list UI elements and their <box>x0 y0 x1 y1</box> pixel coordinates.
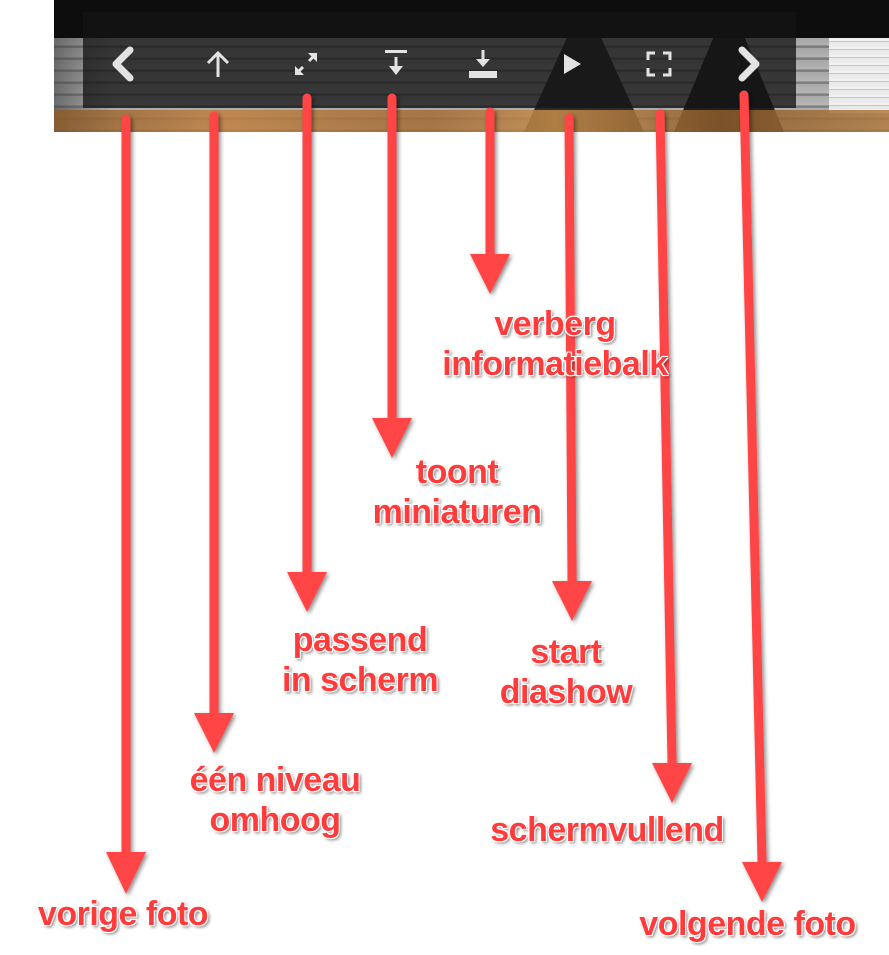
arrow-previous-photo <box>106 114 146 894</box>
label-fit-to-screen: passend in scherm <box>250 620 470 700</box>
next-photo-button[interactable] <box>731 46 767 82</box>
label-line: in scherm <box>281 661 439 699</box>
wood-trim-image <box>54 110 889 132</box>
label-line: omhoog <box>209 801 341 839</box>
label-line: vorige foto <box>37 895 209 933</box>
chevron-right-icon <box>738 46 760 82</box>
label-show-thumbnails: toont miniaturen <box>342 452 572 532</box>
label-hide-info-panel: verberg informatiebalk <box>400 304 710 384</box>
hide-info-panel-icon <box>469 50 497 78</box>
arrow-show-thumbnails <box>372 93 412 458</box>
arrow-up-icon <box>206 50 230 77</box>
hide-info-panel-button[interactable] <box>465 46 501 82</box>
show-thumbnails-icon <box>385 50 407 75</box>
play-icon <box>564 54 581 74</box>
one-level-up-button[interactable] <box>200 46 236 82</box>
label-line: passend <box>292 621 428 659</box>
label-line: één niveau <box>189 761 361 799</box>
show-thumbnails-button[interactable] <box>378 46 414 82</box>
fullscreen-corners-icon <box>646 51 672 77</box>
label-line: schermvullend <box>490 811 724 849</box>
arrow-fullscreen <box>652 109 692 803</box>
label-line: informatiebalk <box>442 345 668 383</box>
window-image <box>829 34 889 114</box>
expand-diagonal-icon <box>295 53 317 75</box>
label-start-slideshow: start diashow <box>476 632 656 712</box>
chevron-left-icon <box>112 46 134 82</box>
arrow-next-photo <box>739 90 782 902</box>
viewer-toolbar <box>83 12 796 108</box>
previous-photo-button[interactable] <box>105 46 141 82</box>
start-slideshow-button[interactable] <box>553 46 589 82</box>
label-next-photo: volgende foto <box>606 904 889 944</box>
arrow-fit-to-screen <box>287 93 327 612</box>
arrow-hide-info-panel <box>470 107 510 294</box>
label-line: start <box>530 633 602 671</box>
fullscreen-button[interactable] <box>641 46 677 82</box>
label-line: miniaturen <box>372 493 542 531</box>
label-line: diashow <box>499 673 633 711</box>
fit-to-screen-button[interactable] <box>288 46 324 82</box>
arrow-one-level-up <box>194 111 234 753</box>
label-line: verberg <box>494 305 616 343</box>
label-line: toont <box>415 453 499 491</box>
label-previous-photo: vorige foto <box>8 894 238 934</box>
label-fullscreen: schermvullend <box>452 810 762 850</box>
label-one-level-up: één niveau omhoog <box>150 760 400 840</box>
label-line: volgende foto <box>639 905 856 943</box>
